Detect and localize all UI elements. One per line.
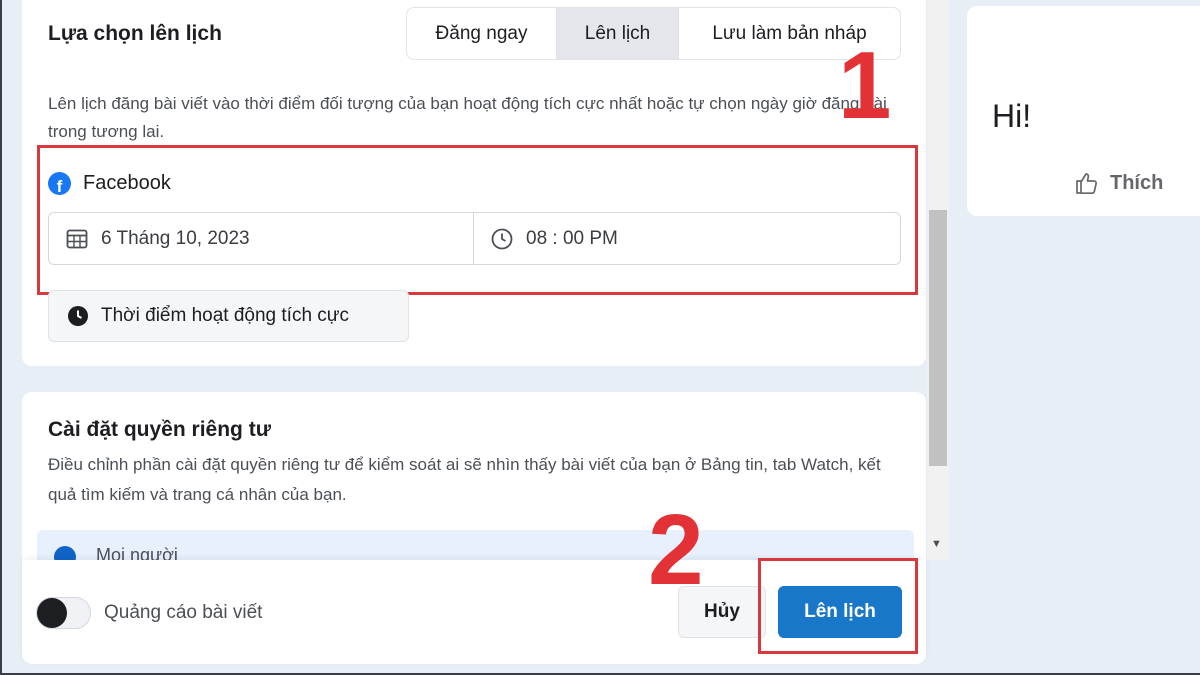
schedule-mode-tabs: Đăng ngay Lên lịch Lưu làm bản nháp: [406, 7, 901, 60]
schedule-title: Lựa chọn lên lịch: [48, 22, 222, 45]
active-times-button[interactable]: Thời điểm hoạt động tích cực: [48, 290, 409, 342]
scroll-down-arrow-icon[interactable]: ▼: [931, 538, 942, 550]
tab-post-now[interactable]: Đăng ngay: [407, 8, 557, 59]
privacy-description: Điều chỉnh phần cài đặt quyền riêng tư đ…: [48, 455, 881, 504]
step-2-annotation: 2: [648, 494, 704, 606]
schedule-description: Lên lịch đăng bài viết vào thời điểm đối…: [48, 94, 887, 141]
highlight-box-step1: [37, 145, 918, 295]
active-times-label: Thời điểm hoạt động tích cực: [101, 305, 350, 326]
thumbs-up-icon: [1076, 173, 1097, 195]
scrollbar-thumb[interactable]: [929, 210, 947, 466]
tab-schedule[interactable]: Lên lịch: [557, 8, 679, 59]
privacy-title: Cài đặt quyền riêng tư: [48, 418, 271, 441]
preview-text: Hi!: [992, 98, 1032, 134]
like-button[interactable]: Thích: [1074, 170, 1163, 196]
highlight-box-step2: [758, 558, 918, 654]
step-1-annotation: 1: [838, 32, 892, 139]
promote-toggle-knob: [37, 598, 67, 628]
promote-label: Quảng cáo bài viết: [104, 602, 263, 623]
like-label: Thích: [1110, 171, 1164, 194]
clock-filled-icon: [68, 306, 88, 326]
